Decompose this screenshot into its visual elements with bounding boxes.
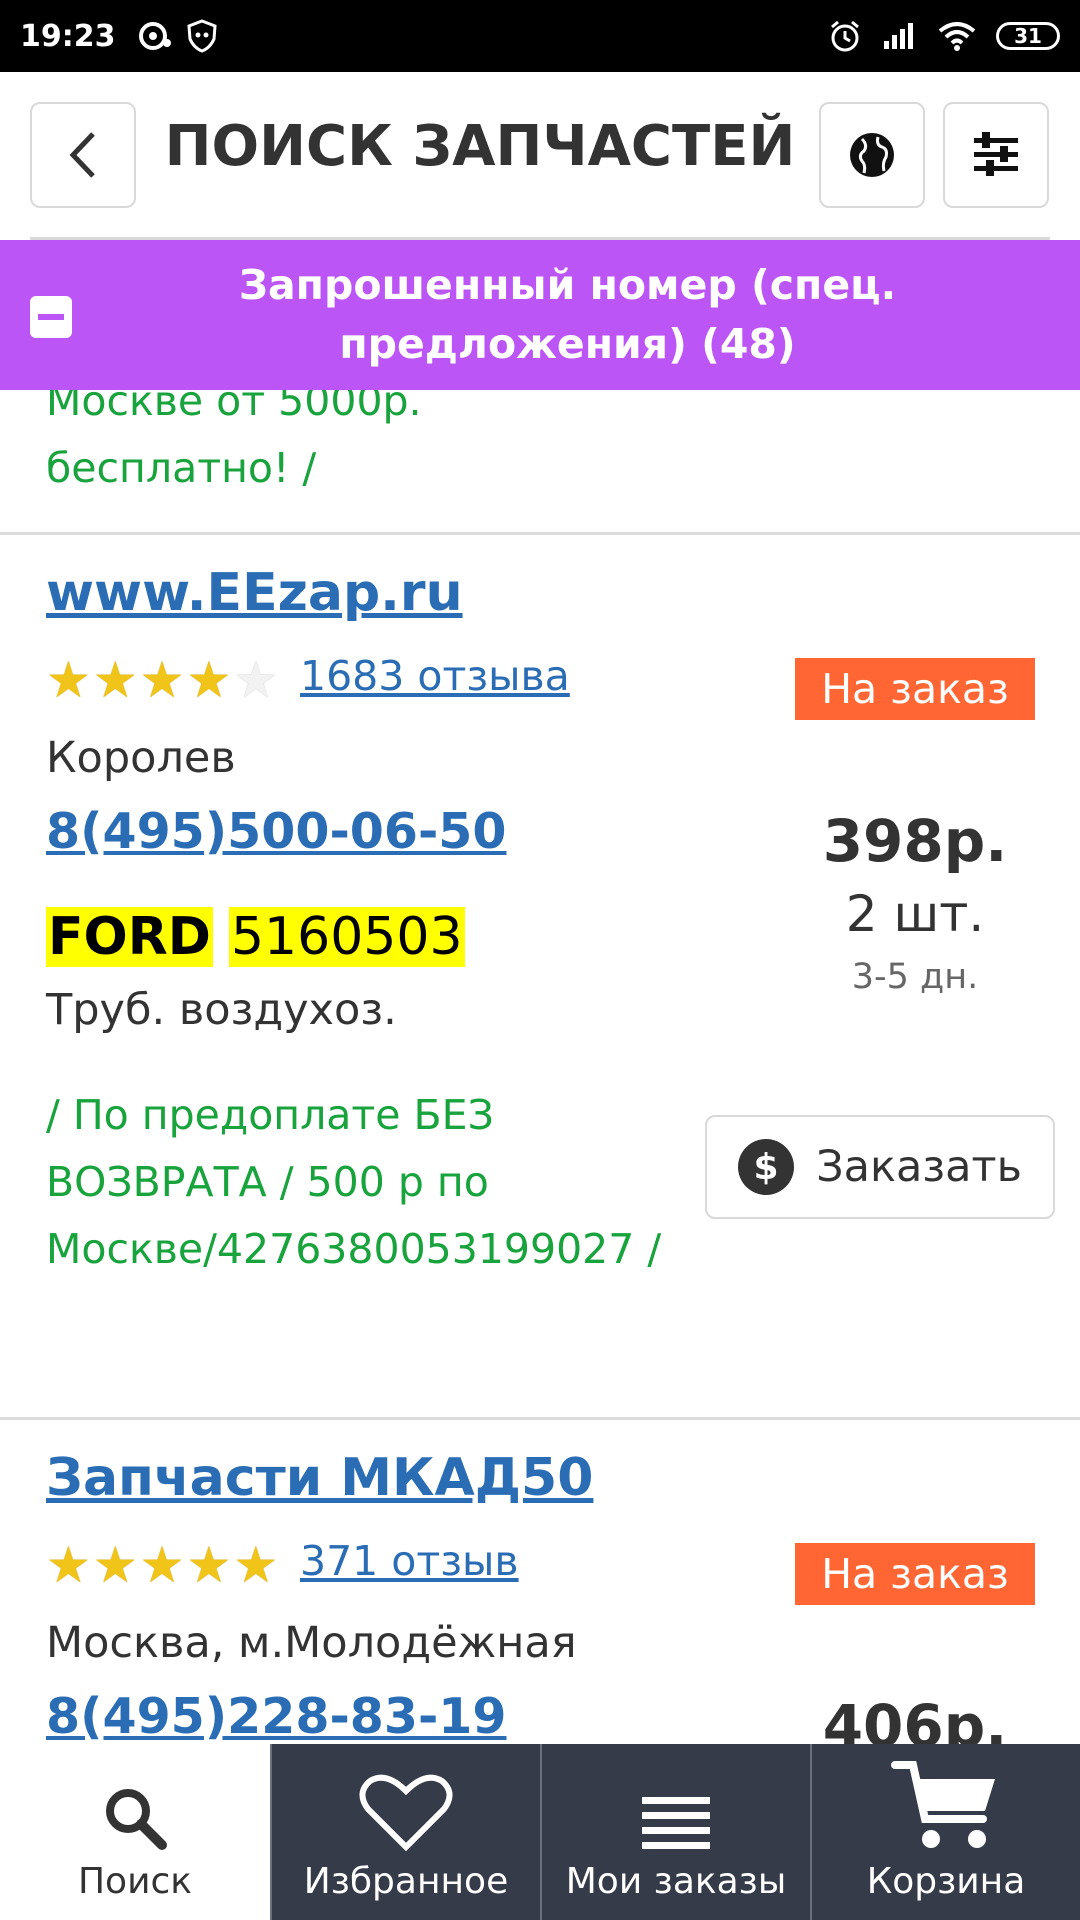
price: 406р. [822,1692,1008,1744]
offers-list[interactable]: Москве от 5000р. бесплатно! / www.EEzap.… [0,390,1080,1744]
bottom-nav: Поиск Избранное Мои заказы Корзина [0,1744,1080,1920]
star-icon: ★ [186,652,232,708]
reviews-link[interactable]: 371 отзыв [300,1537,519,1585]
part-number: 5160503 [228,907,465,967]
star-icon: ★ [46,652,91,708]
star-icon: ★ [139,1537,185,1593]
reviews-link[interactable]: 1683 отзыва [300,652,570,700]
collapse-icon[interactable] [30,296,72,338]
card-divider [0,1417,1080,1420]
section-banner[interactable]: Запрошенный номер (спец. предложения) (4… [0,240,1080,390]
music-icon [138,22,171,50]
heart-icon [359,1774,453,1852]
nav-label: Избранное [303,1861,509,1902]
part-brand: FORD [46,907,213,967]
search-icon [106,1789,167,1850]
nav-cart[interactable]: Корзина [810,1744,1080,1920]
order-button[interactable]: $ Заказать [705,1115,1055,1219]
battery-level: 31 [1014,24,1042,48]
alarm-icon [831,20,859,52]
star-icon: ★ [92,1537,138,1593]
nav-label: Мои заказы [565,1861,787,1902]
part-description: Труб. воздухоз. [46,985,397,1035]
previous-card-note: Москве от 5000р. бесплатно! / [46,390,422,492]
star-empty-icon: ★ [233,652,279,708]
order-button-label: Заказать [816,1142,1022,1192]
status-bar: 19:23 31 [0,0,1080,72]
delivery-days: 3-5 дн. [851,957,979,997]
seller-phone[interactable]: 8(495)228-83-19 [46,1688,507,1744]
dollar-icon: $ [738,1139,795,1195]
cart-icon [891,1761,995,1848]
sliders-icon [974,132,1018,176]
chevron-left-icon [69,132,95,178]
seller-link[interactable]: Запчасти МКАД50 [46,1448,593,1508]
star-icon: ★ [139,652,185,708]
quantity: 2 шт. [845,885,985,943]
section-title: Запрошенный номер (спец. предложения) (4… [238,261,897,368]
signal-icon [884,23,913,49]
seller-note: / По предоплате БЕЗ ВОЗВРАТА / 500 р по … [46,1091,662,1273]
card-divider [0,532,1080,535]
filter-button[interactable] [943,102,1049,208]
nav-label: Поиск [77,1861,193,1902]
app-header: ПОИСК ЗАПЧАСТЕЙ [0,72,1080,240]
status-badge: На заказ [795,1543,1035,1605]
status-badge: На заказ [795,658,1035,720]
back-button[interactable] [30,102,136,208]
wifi-icon [938,22,976,51]
star-icon: ★ [92,652,138,708]
nav-label: Корзина [866,1861,1026,1902]
seller-city: Москва, м.Молодёжная [46,1618,577,1668]
star-icon: ★ [233,1537,279,1593]
seller-city: Королев [46,733,236,783]
globe-icon [850,133,894,177]
seller-link[interactable]: www.EEzap.ru [46,563,463,623]
nav-favorites[interactable]: Избранное [270,1744,540,1920]
region-button[interactable] [819,102,925,208]
star-icon: ★ [186,1537,232,1593]
status-time: 19:23 [20,18,116,54]
seller-phone[interactable]: 8(495)500-06-50 [46,803,507,860]
nav-orders[interactable]: Мои заказы [540,1744,810,1920]
price: 398р. [822,807,1008,875]
battery-icon: 31 [996,22,1060,50]
part-line: FORD 5160503 [46,907,465,967]
star-icon: ★ [46,1537,91,1593]
rating-stars: ★ ★ ★ ★ ★ [46,655,278,705]
page-title: ПОИСК ЗАПЧАСТЕЙ [164,114,796,179]
list-icon [642,1797,710,1849]
rating-stars: ★ ★ ★ ★ ★ [46,1540,278,1590]
nav-search[interactable]: Поиск [0,1744,270,1920]
shield-icon [186,19,217,53]
